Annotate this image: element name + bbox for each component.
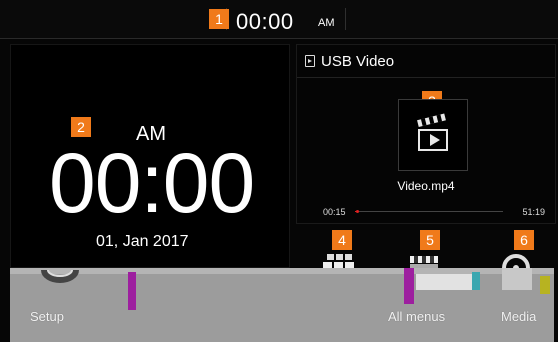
clock-time: 00:00 [49, 136, 255, 230]
dock-label-all-menus[interactable]: All menus [388, 309, 445, 324]
usb-video-icon [305, 55, 315, 67]
media-total-time: 51:19 [522, 207, 545, 217]
status-ampm: AM [318, 17, 335, 29]
glitch-bar [404, 268, 414, 304]
status-time[interactable]: 00:00 [236, 9, 294, 35]
media-elapsed-time: 00:15 [323, 207, 346, 217]
glitch-block [540, 276, 550, 294]
dock-label-media[interactable]: Media [501, 309, 536, 324]
media-progress-handle[interactable] [355, 210, 359, 213]
bottom-dock: Setup All menus Media [10, 268, 554, 342]
glitch-block [502, 268, 532, 290]
home-screen: 1 00:00 AM 2 AM 00:00 01, Jan 2017 USB V… [0, 0, 558, 342]
clapperboard-play-icon [417, 113, 448, 151]
callout-1: 1 [209, 9, 229, 29]
callout-2: 2 [71, 117, 91, 137]
clock-widget[interactable]: 2 AM 00:00 01, Jan 2017 [10, 44, 290, 268]
grid-glitch-icon [323, 254, 354, 268]
glitch-block [416, 274, 472, 290]
shortcut-setup[interactable]: 4 [296, 226, 382, 270]
glitch-bar [128, 272, 136, 310]
shortcut-all-menus[interactable]: 5 [382, 226, 468, 270]
media-header: USB Video [297, 45, 555, 78]
status-divider [345, 8, 346, 30]
media-widget[interactable]: USB Video 3 Video.mp4 00:15 [296, 44, 556, 224]
gear-icon [41, 269, 79, 283]
dock-label-setup[interactable]: Setup [30, 309, 64, 324]
clock-date: 01, Jan 2017 [96, 233, 189, 250]
glitch-block [472, 272, 480, 290]
media-progress-bar[interactable] [355, 210, 503, 213]
disc-glitch-icon [502, 254, 530, 270]
shortcut-media[interactable]: 6 [468, 226, 554, 270]
clapper-glitch-icon [410, 256, 438, 270]
dock-shortcuts: 4 5 6 [296, 226, 554, 270]
media-filename: Video.mp4 [397, 179, 455, 193]
media-source-label: USB Video [321, 53, 395, 70]
media-thumbnail[interactable] [398, 99, 468, 171]
status-bar: 1 00:00 AM [0, 0, 558, 39]
